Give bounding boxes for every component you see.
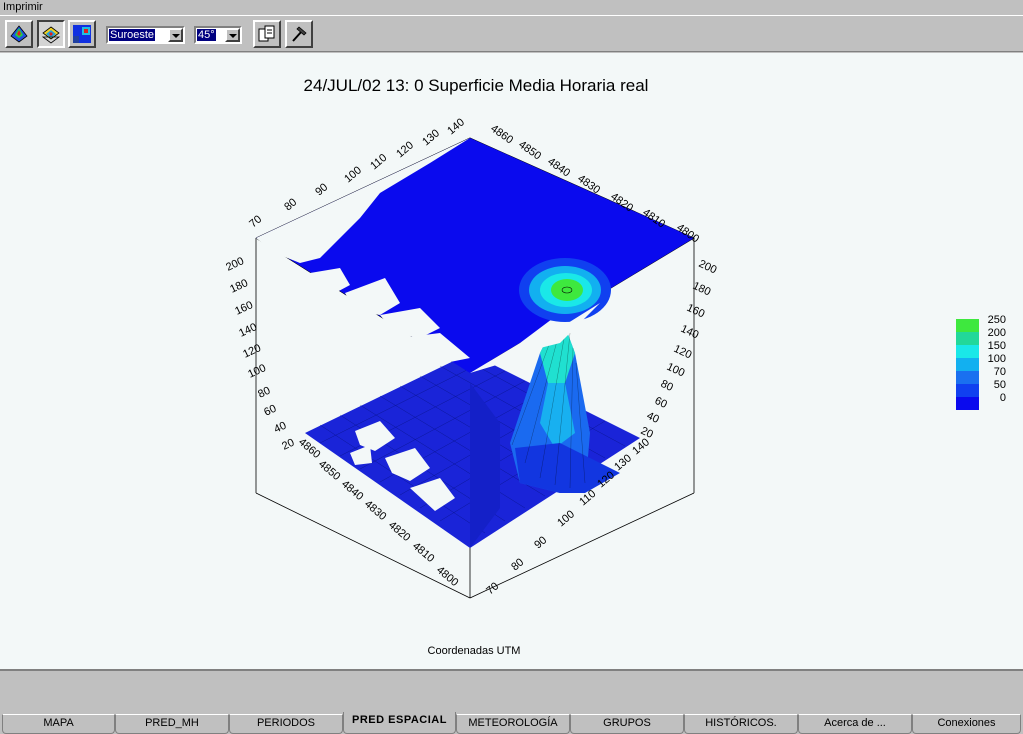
chevron-down-icon[interactable] [168, 28, 183, 42]
z-tick-left: 80 [256, 385, 272, 401]
legend-swatch [956, 358, 979, 371]
z-tick-left: 160 [233, 299, 255, 318]
x-tick-bottom: 100 [555, 508, 577, 529]
z-tick-right: 120 [672, 343, 694, 362]
tab-meteorologia[interactable]: METEOROLOGÍA [456, 714, 570, 734]
legend-swatch [956, 319, 979, 332]
y-tick-top: 4850 [516, 139, 543, 163]
hammer-icon [292, 26, 307, 42]
legend-swatch [956, 371, 979, 384]
legend-swatch [956, 397, 979, 410]
flat-map-view-button[interactable] [68, 20, 96, 48]
legend-level-label: 150 [988, 340, 1006, 352]
z-tick-left: 60 [262, 403, 278, 419]
contour-3d-view-button[interactable] [37, 20, 65, 48]
color-map-icon [73, 25, 91, 43]
x-tick-top: 70 [247, 213, 264, 230]
axis-footer-label: Coordenadas UTM [428, 645, 521, 657]
chevron-down-icon[interactable] [225, 28, 240, 42]
plot-area: 24/JUL/02 13: 0 Superficie Media Horaria… [0, 53, 1023, 669]
x-tick-top: 120 [394, 139, 416, 160]
z-tick-left: 40 [272, 420, 288, 436]
contour-3d-icon [41, 26, 61, 44]
x-tick-top: 130 [420, 127, 442, 148]
view-direction-select[interactable]: Suroeste [106, 26, 185, 44]
z-tick-right: 40 [645, 410, 661, 426]
surface-3d-view-button[interactable] [5, 20, 33, 48]
legend-level-label: 50 [994, 379, 1006, 391]
z-tick-right: 140 [679, 323, 701, 342]
legend-swatch [956, 345, 979, 358]
x-tick-top: 110 [368, 152, 389, 172]
toolbar: Suroeste 45° [0, 15, 1023, 52]
x-tick-bottom: 80 [509, 556, 526, 573]
y-tick-bottom: 4840 [339, 478, 365, 503]
tab-mapa[interactable]: MAPA [2, 714, 115, 734]
legend-swatch [956, 332, 979, 345]
surface-chart: 24/JUL/02 13: 0 Superficie Media Horaria… [224, 76, 1006, 657]
chart-title: 24/JUL/02 13: 0 Superficie Media Horaria… [304, 76, 649, 95]
tab-periodos[interactable]: PERIODOS [229, 714, 343, 734]
x-tick-top: 100 [342, 164, 364, 185]
tools-button[interactable] [285, 20, 313, 48]
tab-pred-mh[interactable]: PRED_MH [115, 714, 229, 734]
z-tick-left: 180 [228, 277, 250, 296]
surface-3d-icon [10, 25, 28, 43]
status-panel [0, 669, 1023, 712]
z-tick-right: 80 [659, 378, 675, 394]
z-tick-left: 200 [224, 255, 246, 274]
x-tick-bottom: 70 [484, 580, 501, 597]
z-tick-right: 160 [685, 302, 707, 321]
x-tick-top: 80 [282, 196, 299, 213]
z-tick-left: 100 [246, 362, 268, 381]
y-tick-top: 4860 [488, 123, 515, 147]
contour-hotspot [519, 258, 611, 322]
y-tick-bottom: 4810 [410, 540, 436, 565]
legend-level-label: 200 [988, 327, 1006, 339]
y-tick-bottom: 4820 [386, 519, 412, 544]
x-tick-top: 140 [445, 116, 467, 137]
tab-bar: MAPA PRED_MH PERIODOS PRED ESPACIAL METE… [0, 712, 1023, 734]
legend-level-label: 70 [994, 366, 1006, 378]
y-tick-bottom: 4850 [316, 458, 342, 483]
color-legend: 25020015010070500 [956, 314, 1006, 410]
legend-level-label: 100 [988, 353, 1006, 365]
x-tick-bottom: 90 [532, 534, 549, 551]
x-tick-bottom: 130 [612, 452, 634, 473]
tab-grupos[interactable]: GRUPOS [570, 714, 684, 734]
z-tick-left: 20 [280, 437, 296, 453]
menu-print[interactable]: Imprimir [0, 1, 43, 13]
z-tick-left: 120 [241, 342, 263, 361]
z-tick-right: 100 [665, 361, 687, 380]
legend-level-label: 250 [988, 314, 1006, 326]
legend-level-label: 0 [1000, 392, 1006, 404]
tab-pred-espacial[interactable]: PRED ESPACIAL [343, 712, 456, 734]
tab-historicos[interactable]: HISTÓRICOS. [684, 714, 798, 734]
tab-conexiones[interactable]: Conexiones [912, 714, 1021, 734]
copy-pages-icon [258, 25, 275, 42]
y-tick-bottom: 4800 [434, 564, 460, 589]
view-angle-select[interactable]: 45° [194, 26, 242, 44]
tab-acerca-de[interactable]: Acerca de ... [798, 714, 912, 734]
menu-bar: Imprimir [0, 0, 1023, 15]
y-tick-bottom: 4830 [362, 498, 388, 523]
z-tick-right: 200 [697, 258, 719, 277]
copy-button[interactable] [253, 20, 281, 48]
z-tick-right: 60 [653, 395, 669, 411]
legend-swatch [956, 384, 979, 397]
x-tick-top: 90 [313, 181, 330, 198]
